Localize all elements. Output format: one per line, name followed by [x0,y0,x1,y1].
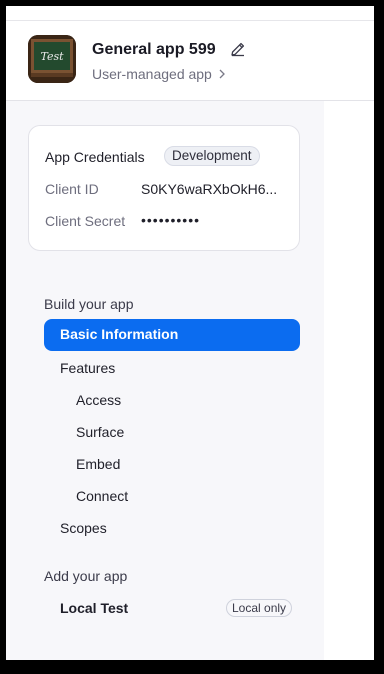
nav-features[interactable]: Features [60,360,115,376]
client-secret-label: Client Secret [45,213,126,229]
nav-local-test[interactable]: Local Test [60,600,128,616]
credentials-card: App Credentials Development Client ID S0… [28,125,300,251]
client-id-label: Client ID [45,181,99,197]
nav-basic-information-label: Basic Information [60,326,179,342]
local-only-badge: Local only [226,599,293,617]
build-section-title: Build your app [44,296,134,312]
app-icon: Test [28,35,76,83]
app-header: Test General app 599 User-managed app [6,21,374,101]
nav-embed[interactable]: Embed [76,456,120,472]
nav-scopes[interactable]: Scopes [60,520,107,536]
sidebar: App Credentials Development Client ID S0… [6,101,324,660]
credentials-title: App Credentials [45,149,145,165]
nav-connect[interactable]: Connect [76,488,128,504]
chevron-right-icon [219,69,225,79]
add-section-title: Add your app [44,568,128,584]
pencil-icon[interactable] [229,40,247,58]
nav-access[interactable]: Access [76,392,121,408]
nav-basic-information[interactable]: Basic Information [44,319,300,351]
app-icon-text: Test [40,50,64,63]
app-window: Test General app 599 User-managed app Ap… [6,6,374,660]
chalkboard-icon: Test [28,35,76,83]
app-type-label: User-managed app [92,66,212,82]
client-secret-value[interactable]: •••••••••• [141,212,287,228]
top-bar [6,6,374,21]
client-id-value[interactable]: S0KY6waRXbOkH6... [141,181,287,197]
app-title: General app 599 [92,41,216,58]
environment-badge: Development [164,146,260,166]
app-type-link[interactable]: User-managed app [92,66,226,82]
nav-surface[interactable]: Surface [76,424,124,440]
